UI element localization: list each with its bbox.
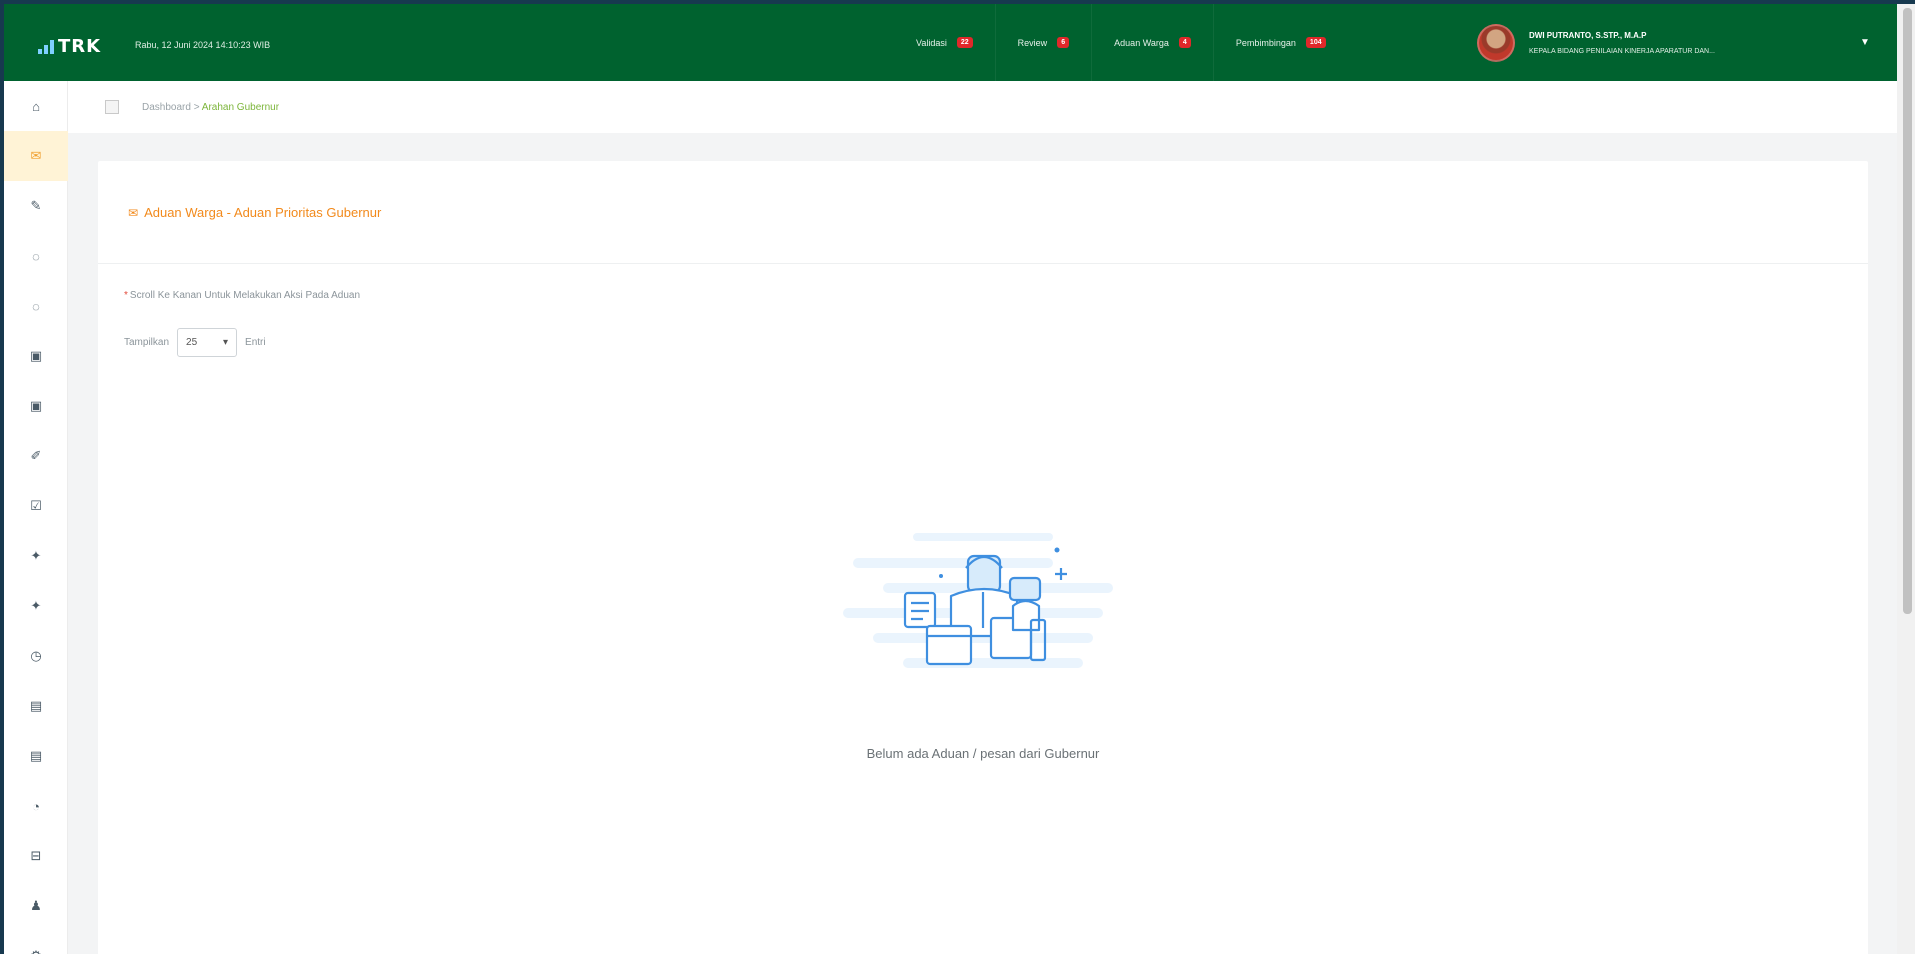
report-icon[interactable]: ▤ — [4, 681, 68, 731]
entries-select[interactable]: 25 ▾ — [177, 328, 238, 357]
nav-pembimbingan[interactable]: Pembimbingan 104 — [1212, 4, 1348, 81]
brand-logo[interactable]: TRK — [38, 36, 101, 57]
content-card: ✉ Aduan Warga - Aduan Prioritas Gubernur… — [98, 161, 1868, 954]
top-nav: Validasi 22 Review 6 Aduan Warga 4 Pembi… — [894, 4, 1348, 81]
breadcrumb: Dashboard > Arahan Gubernur — [142, 102, 279, 113]
settings-icon[interactable]: ⚙ — [4, 931, 68, 954]
count-badge: 6 — [1057, 37, 1070, 48]
doc-icon[interactable]: ▣ — [4, 331, 68, 381]
chart-icon[interactable]: ◔ — [4, 781, 68, 831]
doc-icon[interactable]: ▣ — [4, 381, 68, 431]
pencil-icon[interactable]: ✐ — [4, 431, 68, 481]
clock-icon[interactable]: ◷ — [4, 631, 68, 681]
entries-control: Tampilkan 25 ▾ Entri — [124, 328, 266, 357]
edit-icon[interactable]: ☑ — [4, 481, 68, 531]
nav-aduan-warga[interactable]: Aduan Warga 4 — [1091, 4, 1213, 81]
nav-label: Review — [1017, 37, 1048, 48]
entries-label: Tampilkan — [124, 337, 170, 348]
nav-label: Aduan Warga — [1114, 37, 1169, 48]
count-badge: 104 — [1305, 37, 1326, 48]
user-menu[interactable]: DWI PUTRANTO, S.STP., M.A.P KEPALA BIDAN… — [1477, 24, 1715, 62]
folder-icon[interactable]: ⊟ — [4, 831, 68, 881]
page-title: ✉ Aduan Warga - Aduan Prioritas Gubernur — [128, 205, 381, 220]
chat-icon[interactable]: ◌ — [4, 281, 68, 331]
entries-value: 25 — [186, 337, 198, 348]
empty-state-illustration — [843, 533, 1113, 668]
complaint-icon: ✉ — [128, 205, 139, 220]
nav-label: Pembimbingan — [1235, 37, 1296, 48]
star-icon[interactable]: ✦ — [4, 581, 68, 631]
sidebar: ⌂ ✉ ✎ ◌ ◌ ▣ ▣ ✐ ☑ ✦ ✦ ◷ ▤ ▤ ◔ ⊟ ♟ ⚙ — [4, 81, 68, 954]
user-name: DWI PUTRANTO, S.STP., M.A.P — [1529, 31, 1647, 40]
count-badge: 4 — [1178, 37, 1191, 48]
entries-suffix: Entri — [245, 337, 266, 348]
required-asterisk: * — [124, 290, 128, 301]
logo-text: TRK — [58, 36, 102, 57]
scroll-hint-text: Scroll Ke Kanan Untuk Melakukan Aksi Pad… — [129, 290, 361, 301]
current-datetime: Rabu, 12 Juni 2024 14:10:23 WIB — [135, 40, 271, 50]
page-title-text: Aduan Warga - Aduan Prioritas Gubernur — [144, 205, 382, 220]
home-icon[interactable]: ⌂ — [4, 81, 68, 131]
nav-validasi[interactable]: Validasi 22 — [894, 4, 995, 81]
menu-toggle-icon[interactable] — [105, 100, 119, 114]
count-badge: 22 — [956, 37, 973, 48]
star-icon[interactable]: ✦ — [4, 531, 68, 581]
breadcrumb-home[interactable]: Dashboard — [142, 102, 191, 113]
breadcrumb-separator: > — [193, 102, 200, 113]
user-icon[interactable]: ♟ — [4, 881, 68, 931]
avatar — [1477, 24, 1515, 62]
breadcrumb-current: Arahan Gubernur — [201, 102, 280, 113]
edit-icon[interactable]: ✎ — [4, 181, 68, 231]
chat-icon[interactable]: ◌ — [4, 231, 68, 281]
nav-label: Validasi — [916, 37, 947, 48]
chevron-down-icon: ▾ — [223, 337, 229, 348]
chevron-down-icon[interactable]: ▼ — [1860, 37, 1870, 48]
empty-state-message: Belum ada Aduan / pesan dari Gubernur — [866, 746, 1100, 761]
scroll-hint: * Scroll Ke Kanan Untuk Melakukan Aksi Pa… — [124, 290, 360, 301]
breadcrumb-bar: Dashboard > Arahan Gubernur — [68, 81, 1897, 133]
report-icon[interactable]: ▤ — [4, 731, 68, 781]
card-header: ✉ Aduan Warga - Aduan Prioritas Gubernur — [98, 161, 1868, 264]
nav-review[interactable]: Review 6 — [994, 4, 1092, 81]
app-window: TRK Rabu, 12 Juni 2024 14:10:23 WIB Vali… — [4, 4, 1897, 954]
scrollbar-thumb[interactable] — [1903, 8, 1912, 614]
complaint-icon[interactable]: ✉ — [4, 131, 68, 181]
user-role: KEPALA BIDANG PENILAIAN KINERJA APARATUR… — [1529, 48, 1715, 55]
top-navbar: TRK Rabu, 12 Juni 2024 14:10:23 WIB Vali… — [4, 4, 1897, 81]
logo-bars-icon — [38, 39, 54, 54]
